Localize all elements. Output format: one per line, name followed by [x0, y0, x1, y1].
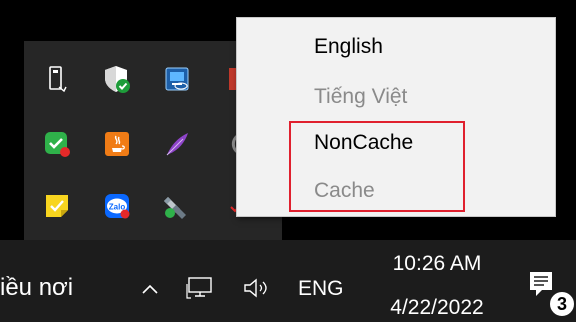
- language-context-menu: English Tiếng Việt NonCache Cache: [236, 17, 556, 217]
- input-language-indicator[interactable]: ENG: [298, 276, 344, 302]
- feather-icon[interactable]: [162, 129, 192, 159]
- clock-date: 4/22/2022: [390, 296, 484, 319]
- taskbar-search-text[interactable]: iều nơi: [0, 273, 73, 303]
- intel-graphics-icon[interactable]: [162, 64, 192, 94]
- green-check-icon[interactable]: [42, 129, 72, 159]
- menu-item-english[interactable]: English: [314, 34, 383, 60]
- notification-count-badge: 3: [548, 290, 576, 318]
- desktop-screen: Zalo English Tiếng Việt NonCache Cache i…: [0, 0, 576, 322]
- usb-drive-icon[interactable]: [42, 64, 72, 94]
- menu-item-tieng-viet[interactable]: Tiếng Việt: [314, 84, 407, 110]
- show-hidden-icons-chevron-icon[interactable]: [138, 276, 162, 302]
- volume-icon[interactable]: [240, 274, 274, 302]
- zalo-icon[interactable]: Zalo: [102, 191, 132, 221]
- taskbar-clock[interactable]: 10:26 AM 4/22/2022: [378, 250, 496, 322]
- taskbar: iều nơi ENG 10:26 AM 4/22/2022 3: [0, 240, 576, 322]
- sticky-notes-icon[interactable]: [42, 191, 72, 221]
- network-icon[interactable]: [184, 274, 214, 302]
- clock-time: 10:26 AM: [392, 252, 482, 275]
- annotation-highlight-box: [289, 121, 465, 212]
- java-icon[interactable]: [102, 129, 132, 159]
- windows-security-icon[interactable]: [102, 64, 132, 94]
- usb-eject-icon[interactable]: [162, 191, 192, 221]
